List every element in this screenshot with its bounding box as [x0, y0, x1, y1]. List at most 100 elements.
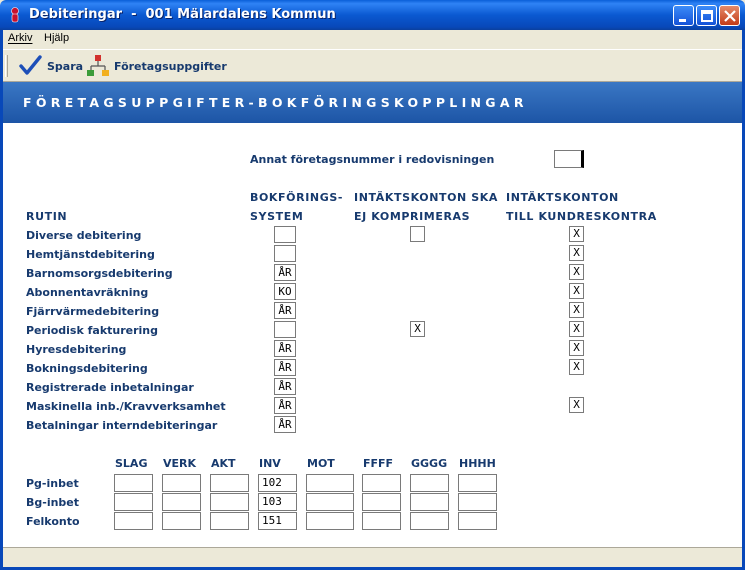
col-kund-line2: TILL KUNDRESKONTRA: [506, 210, 657, 223]
menu-bar: Arkiv Hjälp: [0, 30, 745, 48]
col-komp-line1: INTÄKTSKONTON SKA: [354, 191, 499, 204]
grid-cell-field[interactable]: 103: [258, 493, 297, 511]
company-info-label: Företagsuppgifter: [114, 60, 227, 73]
no-compress-checkbox[interactable]: [410, 226, 425, 242]
company-info-button[interactable]: Företagsuppgifter: [86, 53, 227, 79]
maximize-button[interactable]: [696, 5, 717, 26]
grid-cell-field[interactable]: [114, 512, 153, 530]
grid-cell-field[interactable]: [458, 474, 497, 492]
system-field[interactable]: ÅR: [274, 397, 296, 414]
customer-ledger-checkbox[interactable]: X: [569, 226, 584, 242]
routine-label: Registrerade inbetalningar: [26, 381, 194, 394]
grid-column-header: MOT: [307, 457, 335, 470]
no-compress-checkbox[interactable]: X: [410, 321, 425, 337]
customer-ledger-checkbox[interactable]: X: [569, 397, 584, 413]
routine-label: Abonnentavräkning: [26, 286, 149, 299]
system-field[interactable]: KO: [274, 283, 296, 300]
grid-cell-field[interactable]: [306, 512, 354, 530]
system-field[interactable]: [274, 226, 296, 243]
routine-label: Maskinella inb./Kravverksamhet: [26, 400, 226, 413]
window-title: Debiteringar - 001 Mälardalens Kommun: [29, 7, 336, 22]
close-button[interactable]: [719, 5, 740, 26]
toolbar-grip[interactable]: [5, 55, 8, 77]
grid-cell-field[interactable]: [306, 493, 354, 511]
grid-cell-field[interactable]: [362, 474, 401, 492]
customer-ledger-checkbox[interactable]: X: [569, 283, 584, 299]
grid-cell-field[interactable]: [306, 474, 354, 492]
customer-ledger-checkbox[interactable]: X: [569, 264, 584, 280]
grid-column-header: HHHH: [459, 457, 496, 470]
system-field[interactable]: ÅR: [274, 340, 296, 357]
system-field[interactable]: ÅR: [274, 264, 296, 281]
grid-cell-field[interactable]: [114, 493, 153, 511]
routine-label: Barnomsorgsdebitering: [26, 267, 173, 280]
grid-cell-field[interactable]: [362, 493, 401, 511]
system-field[interactable]: [274, 245, 296, 262]
toolbar: Spara Företagsuppgifter: [0, 49, 745, 82]
system-field[interactable]: ÅR: [274, 359, 296, 376]
col-kund-line1: INTÄKTSKONTON: [506, 191, 619, 204]
other-company-number-field[interactable]: [554, 150, 584, 168]
grid-cell-field[interactable]: [410, 474, 449, 492]
title-bar[interactable]: Debiteringar - 001 Mälardalens Kommun: [0, 0, 745, 30]
grid-column-header: INV: [259, 457, 281, 470]
grid-column-header: VERK: [163, 457, 197, 470]
routine-label: Periodisk fakturering: [26, 324, 159, 337]
form-header: FÖRETAGSUPPGIFTER-BOKFÖRINGSKOPPLINGAR: [3, 82, 745, 123]
grid-cell-field[interactable]: [410, 493, 449, 511]
menu-hjalp[interactable]: Hjälp: [44, 32, 69, 44]
routine-label: Betalningar interndebiteringar: [26, 419, 218, 432]
grid-cell-field[interactable]: [210, 493, 249, 511]
checkmark-icon: [19, 55, 42, 75]
system-field[interactable]: ÅR: [274, 302, 296, 319]
grid-cell-field[interactable]: [114, 474, 153, 492]
routine-label: Hemtjänstdebitering: [26, 248, 155, 261]
grid-cell-field[interactable]: [210, 512, 249, 530]
grid-column-header: FFFF: [363, 457, 394, 470]
form-title: FÖRETAGSUPPGIFTER-BOKFÖRINGSKOPPLINGAR: [23, 95, 528, 110]
col-rutin: RUTIN: [26, 210, 68, 223]
menu-arkiv[interactable]: Arkiv: [8, 32, 32, 44]
grid-cell-field[interactable]: [458, 512, 497, 530]
grid-cell-field[interactable]: [162, 512, 201, 530]
system-field[interactable]: ÅR: [274, 416, 296, 433]
minimize-button[interactable]: [673, 5, 694, 26]
other-company-number-label: Annat företagsnummer i redovisningen: [250, 153, 495, 166]
routine-label: Fjärrvärmedebitering: [26, 305, 160, 318]
customer-ledger-checkbox[interactable]: X: [569, 340, 584, 356]
customer-ledger-checkbox[interactable]: X: [569, 245, 584, 261]
close-icon: [724, 10, 736, 22]
app-icon: [11, 7, 19, 23]
grid-cell-field[interactable]: 102: [258, 474, 297, 492]
routine-label: Hyresdebitering: [26, 343, 127, 356]
customer-ledger-checkbox[interactable]: X: [569, 321, 584, 337]
grid-cell-field[interactable]: [210, 474, 249, 492]
system-field[interactable]: ÅR: [274, 378, 296, 395]
grid-cell-field[interactable]: [162, 493, 201, 511]
window-frame-left: [0, 30, 3, 570]
grid-cell-field[interactable]: [410, 512, 449, 530]
customer-ledger-checkbox[interactable]: X: [569, 359, 584, 375]
routine-label: Bokningsdebitering: [26, 362, 148, 375]
customer-ledger-checkbox[interactable]: X: [569, 302, 584, 318]
col-bok-line1: BOKFÖRINGS-: [250, 191, 344, 204]
grid-cell-field[interactable]: [362, 512, 401, 530]
grid-column-header: SLAG: [115, 457, 148, 470]
routine-label: Diverse debitering: [26, 229, 142, 242]
form-content: Annat företagsnummer i redovisningen BOK…: [3, 123, 742, 547]
grid-column-header: AKT: [211, 457, 236, 470]
grid-column-header: GGGG: [411, 457, 448, 470]
grid-row-label: Pg-inbet: [26, 477, 79, 490]
maximize-icon: [701, 10, 713, 22]
grid-cell-field[interactable]: [162, 474, 201, 492]
org-chart-icon: [87, 55, 109, 76]
save-label: Spara: [47, 60, 84, 73]
grid-cell-field[interactable]: [458, 493, 497, 511]
grid-row-label: Bg-inbet: [26, 496, 80, 509]
col-bok-line2: SYSTEM: [250, 210, 304, 223]
system-field[interactable]: [274, 321, 296, 338]
grid-cell-field[interactable]: 151: [258, 512, 297, 530]
grid-row-label: Felkonto: [26, 515, 80, 528]
save-button[interactable]: Spara: [18, 53, 84, 79]
col-komp-line2: EJ KOMPRIMERAS: [354, 210, 471, 223]
